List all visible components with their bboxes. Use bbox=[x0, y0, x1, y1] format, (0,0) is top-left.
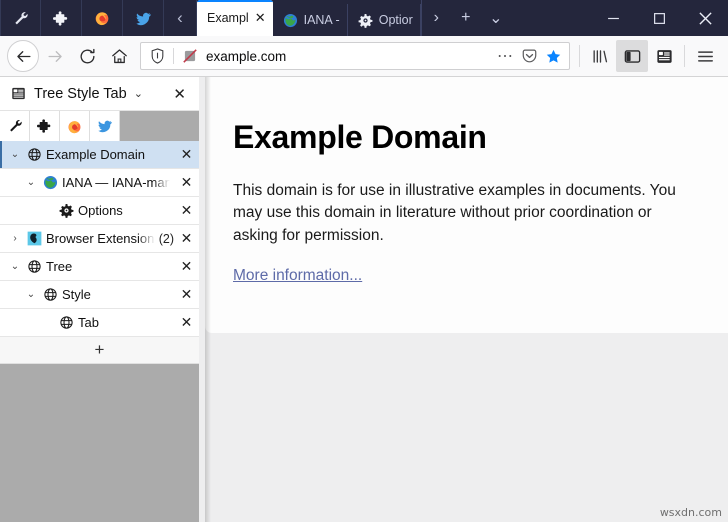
sidebar-new-tab-button[interactable]: + bbox=[0, 337, 199, 364]
pocket-icon[interactable] bbox=[517, 44, 541, 68]
chevron-down-icon[interactable]: ⌄ bbox=[24, 289, 38, 300]
sidebar-tab-list: ⌄ Example Domain ✕ ⌄ IANA — IANA-man ✕ O… bbox=[0, 141, 199, 364]
gear-icon bbox=[58, 203, 74, 219]
sidebar-item-label: Style bbox=[62, 287, 91, 302]
chevron-down-icon[interactable]: ⌄ bbox=[134, 87, 143, 100]
twitter-icon[interactable] bbox=[123, 0, 164, 36]
tree-style-tab-button[interactable] bbox=[648, 40, 680, 72]
window-controls bbox=[590, 0, 728, 36]
bookmark-star-icon[interactable] bbox=[541, 44, 565, 68]
close-icon[interactable]: ✕ bbox=[255, 10, 266, 26]
globe-icon bbox=[58, 315, 74, 331]
sidebar-toggle-button[interactable] bbox=[616, 40, 648, 72]
sidebar-item-options[interactable]: Options ✕ bbox=[0, 197, 199, 225]
tabstrip-controls: › + ⌄ bbox=[420, 0, 511, 36]
sidebar-item-example-domain[interactable]: ⌄ Example Domain ✕ bbox=[0, 141, 199, 169]
library-icon[interactable] bbox=[584, 40, 616, 72]
toolbar-divider-2 bbox=[684, 45, 685, 67]
maximize-button[interactable] bbox=[636, 0, 682, 36]
toolbar-divider bbox=[579, 45, 580, 67]
globe-color-icon bbox=[283, 13, 298, 28]
puzzle-icon[interactable] bbox=[30, 111, 60, 141]
navigation-toolbar: example.com ⋯ bbox=[0, 36, 728, 77]
minimize-button[interactable] bbox=[590, 0, 636, 36]
sidebar-item-label: IANA — IANA-manage bbox=[62, 175, 170, 190]
firefox-icon[interactable] bbox=[82, 0, 123, 36]
close-icon[interactable]: ✕ bbox=[178, 314, 195, 331]
wrench-icon[interactable] bbox=[0, 0, 41, 36]
tab-iana[interactable]: IANA - bbox=[273, 4, 348, 36]
page-paragraph: This domain is for use in illustrative e… bbox=[233, 182, 676, 244]
tab-example-domain[interactable]: Exampl ✕ bbox=[197, 0, 273, 36]
back-button[interactable] bbox=[7, 40, 39, 72]
sidebar-item-label: Options bbox=[78, 203, 123, 218]
addon-icon bbox=[26, 231, 42, 247]
sidebar-item-label: Example Domain bbox=[46, 147, 145, 162]
tree-style-tab-icon bbox=[10, 86, 27, 101]
sidebar-item-label: Tab bbox=[78, 315, 99, 330]
tracking-protection-disabled-icon[interactable] bbox=[178, 48, 202, 64]
sidebar-item-label: Browser Extensions - M bbox=[46, 231, 155, 246]
globe-icon bbox=[26, 259, 42, 275]
globe-color-icon bbox=[42, 175, 58, 191]
home-button[interactable] bbox=[103, 40, 135, 72]
new-tab-button[interactable]: + bbox=[451, 0, 481, 36]
sidebar-right-rail bbox=[199, 77, 205, 522]
firefox-icon[interactable] bbox=[60, 111, 90, 141]
close-icon[interactable]: ✕ bbox=[178, 174, 195, 191]
tab-label: IANA - bbox=[303, 13, 340, 27]
close-button[interactable] bbox=[682, 0, 728, 36]
close-icon[interactable]: ✕ bbox=[178, 230, 195, 247]
shield-icon[interactable] bbox=[145, 48, 169, 64]
forward-button[interactable] bbox=[39, 40, 71, 72]
tab-label: Exampl bbox=[207, 11, 249, 25]
sidebar-item-browser-extensions[interactable]: › Browser Extensions - M (2) ✕ bbox=[0, 225, 199, 253]
twitter-icon[interactable] bbox=[90, 111, 120, 141]
close-icon[interactable]: ✕ bbox=[178, 202, 195, 219]
close-icon[interactable]: ✕ bbox=[170, 85, 189, 103]
titlebar: ‹ Exampl ✕ IANA - Optior › + ⌄ bbox=[0, 0, 728, 36]
url-text[interactable]: example.com bbox=[202, 49, 493, 64]
close-icon[interactable]: ✕ bbox=[178, 258, 195, 275]
app-menu-button[interactable] bbox=[689, 40, 721, 72]
child-count: (2) bbox=[158, 231, 174, 246]
chevron-down-icon[interactable]: ⌄ bbox=[8, 261, 22, 272]
chevron-right-icon[interactable]: › bbox=[8, 233, 22, 244]
close-icon[interactable]: ✕ bbox=[178, 146, 195, 163]
sidebar-item-tree[interactable]: ⌄ Tree ✕ bbox=[0, 253, 199, 281]
close-icon[interactable]: ✕ bbox=[178, 286, 195, 303]
chevron-down-icon[interactable]: ⌄ bbox=[24, 177, 38, 188]
gear-icon bbox=[358, 13, 373, 28]
browser-window: ‹ Exampl ✕ IANA - Optior › + ⌄ example.c… bbox=[0, 0, 728, 522]
web-page-content: Example Domain This domain is for use in… bbox=[205, 77, 728, 333]
page-title: Example Domain bbox=[233, 119, 487, 155]
wrench-icon[interactable] bbox=[0, 111, 30, 141]
globe-icon bbox=[26, 147, 42, 163]
sidebar-title: Tree Style Tab bbox=[34, 85, 127, 102]
page-actions-icon[interactable]: ⋯ bbox=[493, 44, 517, 68]
list-all-tabs-button[interactable]: ⌄ bbox=[481, 0, 511, 36]
tabstrip-scroll-left[interactable]: ‹ bbox=[164, 0, 197, 36]
reload-button[interactable] bbox=[71, 40, 103, 72]
puzzle-icon[interactable] bbox=[41, 0, 82, 36]
divider bbox=[173, 48, 174, 64]
sidebar-item-iana[interactable]: ⌄ IANA — IANA-manage ✕ bbox=[0, 169, 199, 197]
titlebar-extension-toolbar bbox=[0, 0, 164, 36]
more-information-link[interactable]: More information... bbox=[233, 267, 362, 284]
sidebar-item-tab[interactable]: Tab ✕ bbox=[0, 309, 199, 337]
sidebar-header: Tree Style Tab ⌄ ✕ bbox=[0, 77, 199, 111]
watermark: wsxdn.com bbox=[659, 506, 722, 519]
sidebar-item-label: Tree bbox=[46, 259, 73, 274]
tabstrip: Exampl ✕ IANA - Optior bbox=[197, 0, 421, 36]
tab-label: Optior bbox=[378, 13, 413, 27]
chevron-down-icon[interactable]: ⌄ bbox=[8, 149, 22, 160]
globe-icon bbox=[42, 287, 58, 303]
url-bar[interactable]: example.com ⋯ bbox=[140, 42, 570, 70]
tabstrip-scroll-right[interactable]: › bbox=[420, 0, 451, 36]
tree-style-tab-sidebar: Tree Style Tab ⌄ ✕ ⌄ Example Domain ✕ ⌄ … bbox=[0, 77, 205, 522]
sidebar-item-style[interactable]: ⌄ Style ✕ bbox=[0, 281, 199, 309]
sidebar-extension-toolbar bbox=[0, 111, 199, 141]
tab-options[interactable]: Optior bbox=[348, 4, 421, 36]
